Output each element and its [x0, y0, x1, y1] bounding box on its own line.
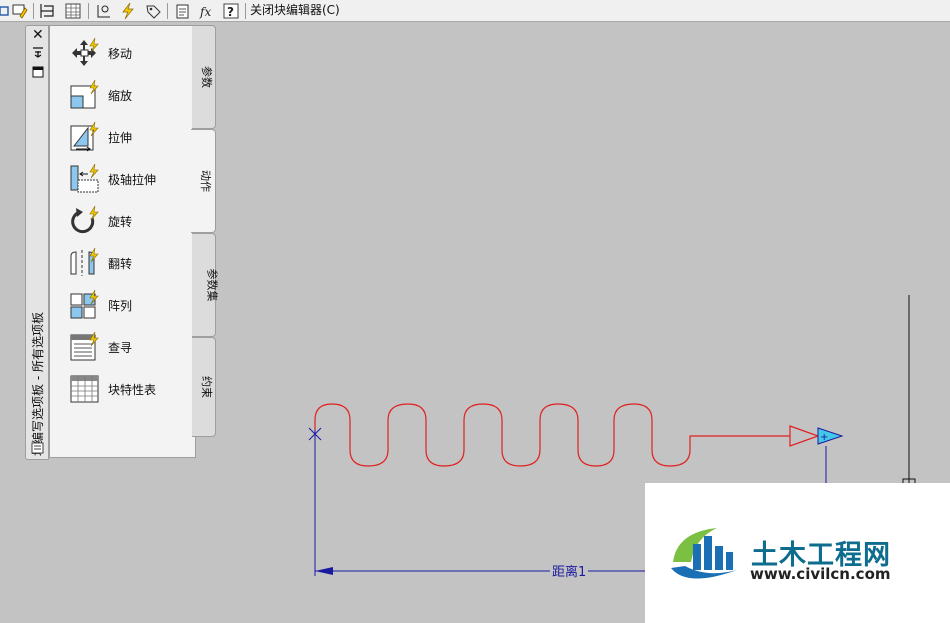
- palette-item-stretch[interactable]: 拉伸: [68, 119, 193, 155]
- block-properties-table-icon: [68, 372, 102, 406]
- palette-item-array[interactable]: 阵列: [68, 287, 193, 323]
- palette-title: 块编写选项板 - 所有选项板: [31, 312, 45, 456]
- palette-item-move[interactable]: 移动: [68, 35, 193, 71]
- palette-item-scale[interactable]: 缩放: [68, 77, 193, 113]
- dim-arrow-left: [315, 567, 333, 575]
- svg-text:+: +: [820, 432, 828, 443]
- rotate-action-icon: [68, 204, 102, 238]
- palette-item-flip[interactable]: 翻转: [68, 245, 193, 281]
- scale-action-icon: [68, 78, 102, 112]
- palette-title-bar[interactable]: ✕ 块编写选项板 - 所有选项板: [25, 25, 49, 460]
- palette-content: 移动 缩放 拉伸 极轴拉伸 旋转 翻转 阵列 查寻 块特性表: [49, 25, 196, 458]
- close-icon[interactable]: ✕: [32, 28, 44, 42]
- properties-icon[interactable]: [32, 66, 44, 78]
- dimension-label[interactable]: 距离1: [550, 561, 589, 580]
- tab-parameters[interactable]: 参数: [192, 25, 216, 129]
- palette-item-block-properties-table[interactable]: 块特性表: [68, 371, 193, 407]
- watermark: 土木工程网 www.civilcn.com: [645, 483, 950, 623]
- flip-action-icon: [68, 246, 102, 280]
- civilcn-logo-icon: [671, 528, 737, 579]
- spring-wave: [314, 403, 790, 467]
- red-arrowhead: [789, 425, 820, 447]
- tab-parameter-sets[interactable]: 参数集: [192, 233, 219, 337]
- block-authoring-palette: ✕ 块编写选项板 - 所有选项板 移动 缩放 拉伸 极轴拉伸 旋转 翻转 阵列 …: [25, 25, 219, 460]
- palette-menu-icon[interactable]: [31, 442, 44, 454]
- stretch-action-icon: [68, 120, 102, 154]
- lookup-action-icon: [68, 330, 102, 364]
- polar-stretch-action-icon: [68, 162, 102, 196]
- tab-actions[interactable]: 动作: [191, 129, 216, 233]
- move-action-icon: [68, 36, 102, 70]
- palette-item-rotate[interactable]: 旋转: [68, 203, 193, 239]
- tab-constraints[interactable]: 约束: [192, 337, 216, 437]
- palette-item-polar-stretch[interactable]: 极轴拉伸: [68, 161, 193, 197]
- watermark-url: www.civilcn.com: [750, 565, 891, 583]
- array-action-icon: [68, 288, 102, 322]
- auto-hide-icon[interactable]: [32, 46, 44, 58]
- palette-item-lookup[interactable]: 查寻: [68, 329, 193, 365]
